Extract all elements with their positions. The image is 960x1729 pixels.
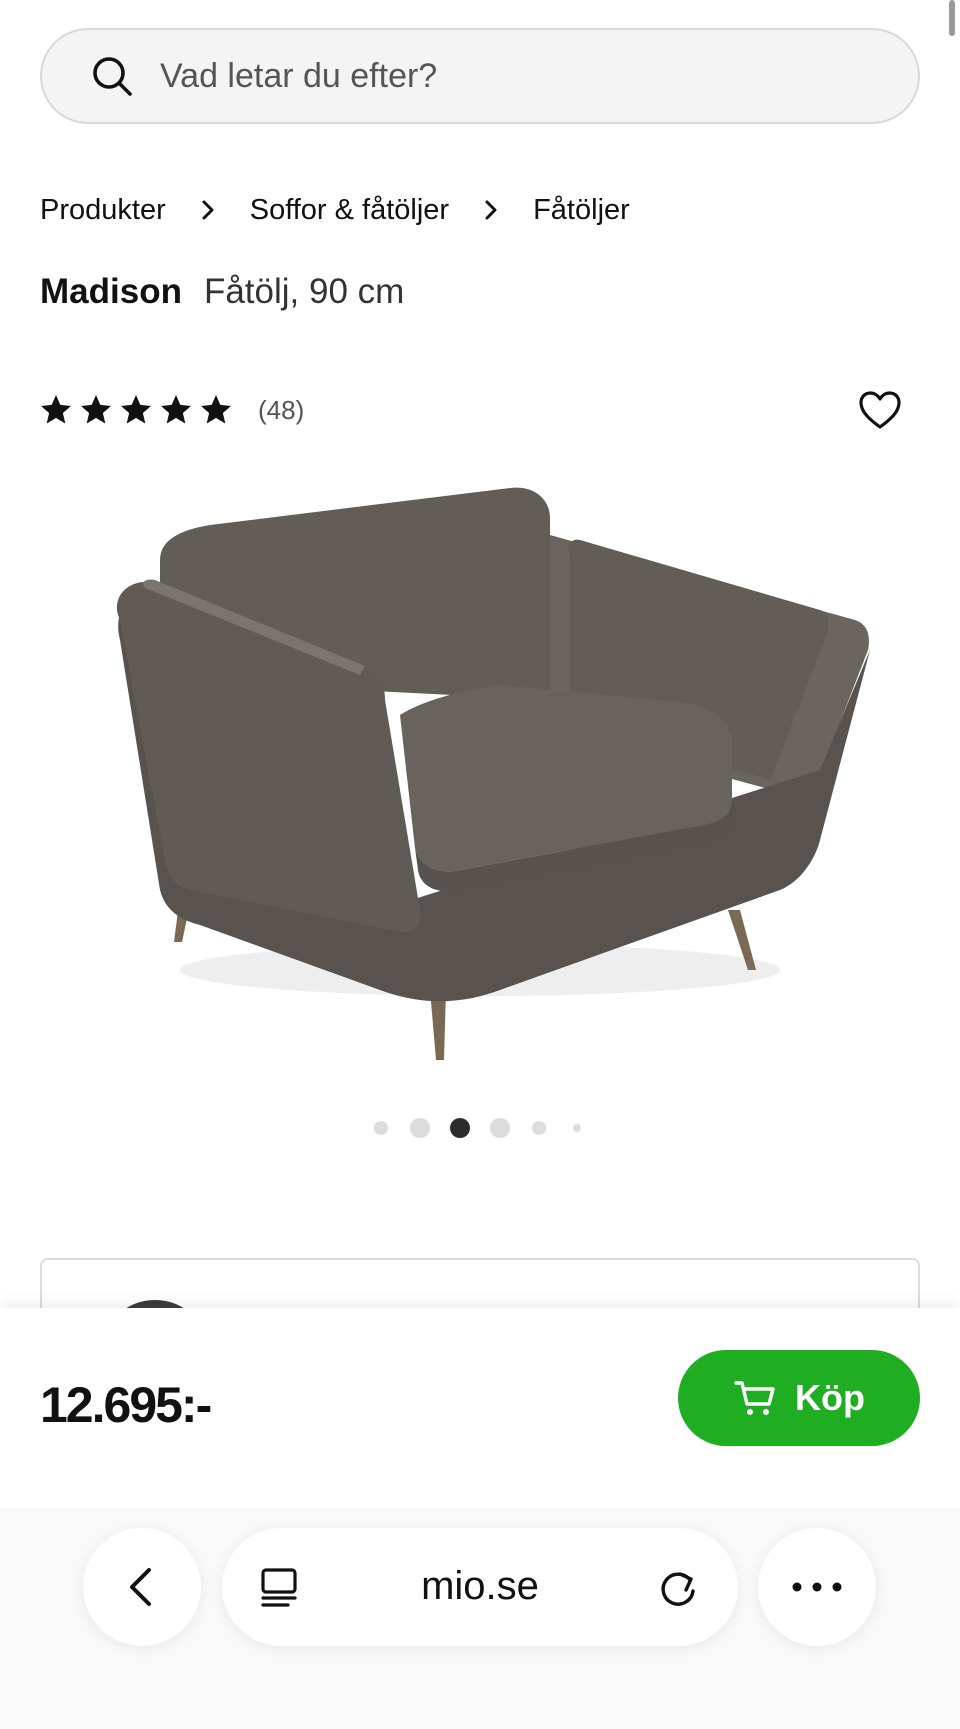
search-bar[interactable] [40, 28, 920, 124]
carousel-dot-1[interactable] [374, 1121, 388, 1135]
search-icon [93, 57, 132, 96]
breadcrumb: Produkter Soffor & fåtöljer Fåtöljer [40, 186, 630, 234]
buy-button[interactable]: Köp [678, 1350, 920, 1446]
star-icon [161, 395, 191, 424]
back-icon [130, 1568, 151, 1606]
heart-icon[interactable] [856, 386, 904, 434]
chevron-right-icon [202, 200, 214, 220]
product-brand: Madison [40, 272, 182, 311]
breadcrumb-item-produkter[interactable]: Produkter [40, 194, 166, 227]
back-button[interactable] [83, 1528, 201, 1646]
product-title: Madison Fåtölj, 90 cm [40, 272, 404, 328]
browser-toolbar: mio.se [0, 1508, 960, 1729]
chevron-right-icon [485, 200, 497, 220]
cart-icon [734, 1381, 775, 1415]
breadcrumb-item-soffor-fatoljer[interactable]: Soffor & fåtöljer [250, 194, 449, 227]
carousel-dot-3[interactable] [450, 1118, 470, 1138]
star-icon [121, 395, 151, 424]
more-icon [792, 1582, 842, 1592]
star-icon [41, 395, 71, 424]
armchair-image[interactable] [80, 470, 880, 1070]
buy-bar: 12.695:- Köp [0, 1308, 960, 1508]
star-icon [81, 395, 111, 424]
breadcrumb-item-fatoljer[interactable]: Fåtöljer [533, 194, 630, 227]
carousel-dot-6[interactable] [573, 1124, 581, 1132]
scroll-indicator[interactable] [949, 0, 955, 36]
carousel-dot-4[interactable] [490, 1118, 510, 1138]
carousel-dots [0, 1112, 960, 1142]
star-icon [201, 395, 231, 424]
carousel-dot-2[interactable] [410, 1118, 430, 1138]
address-bar[interactable]: mio.se [222, 1528, 738, 1646]
carousel-dot-5[interactable] [532, 1121, 546, 1135]
more-button[interactable] [758, 1528, 876, 1646]
product-subtitle: Fåtölj, 90 cm [203, 272, 405, 311]
reload-icon[interactable] [656, 1566, 700, 1610]
search-input[interactable] [160, 50, 860, 102]
price: 12.695:- [40, 1377, 212, 1433]
review-count[interactable]: (48) [258, 395, 304, 426]
buy-button-label: Köp [795, 1377, 865, 1418]
rating[interactable]: (48) [38, 388, 304, 432]
